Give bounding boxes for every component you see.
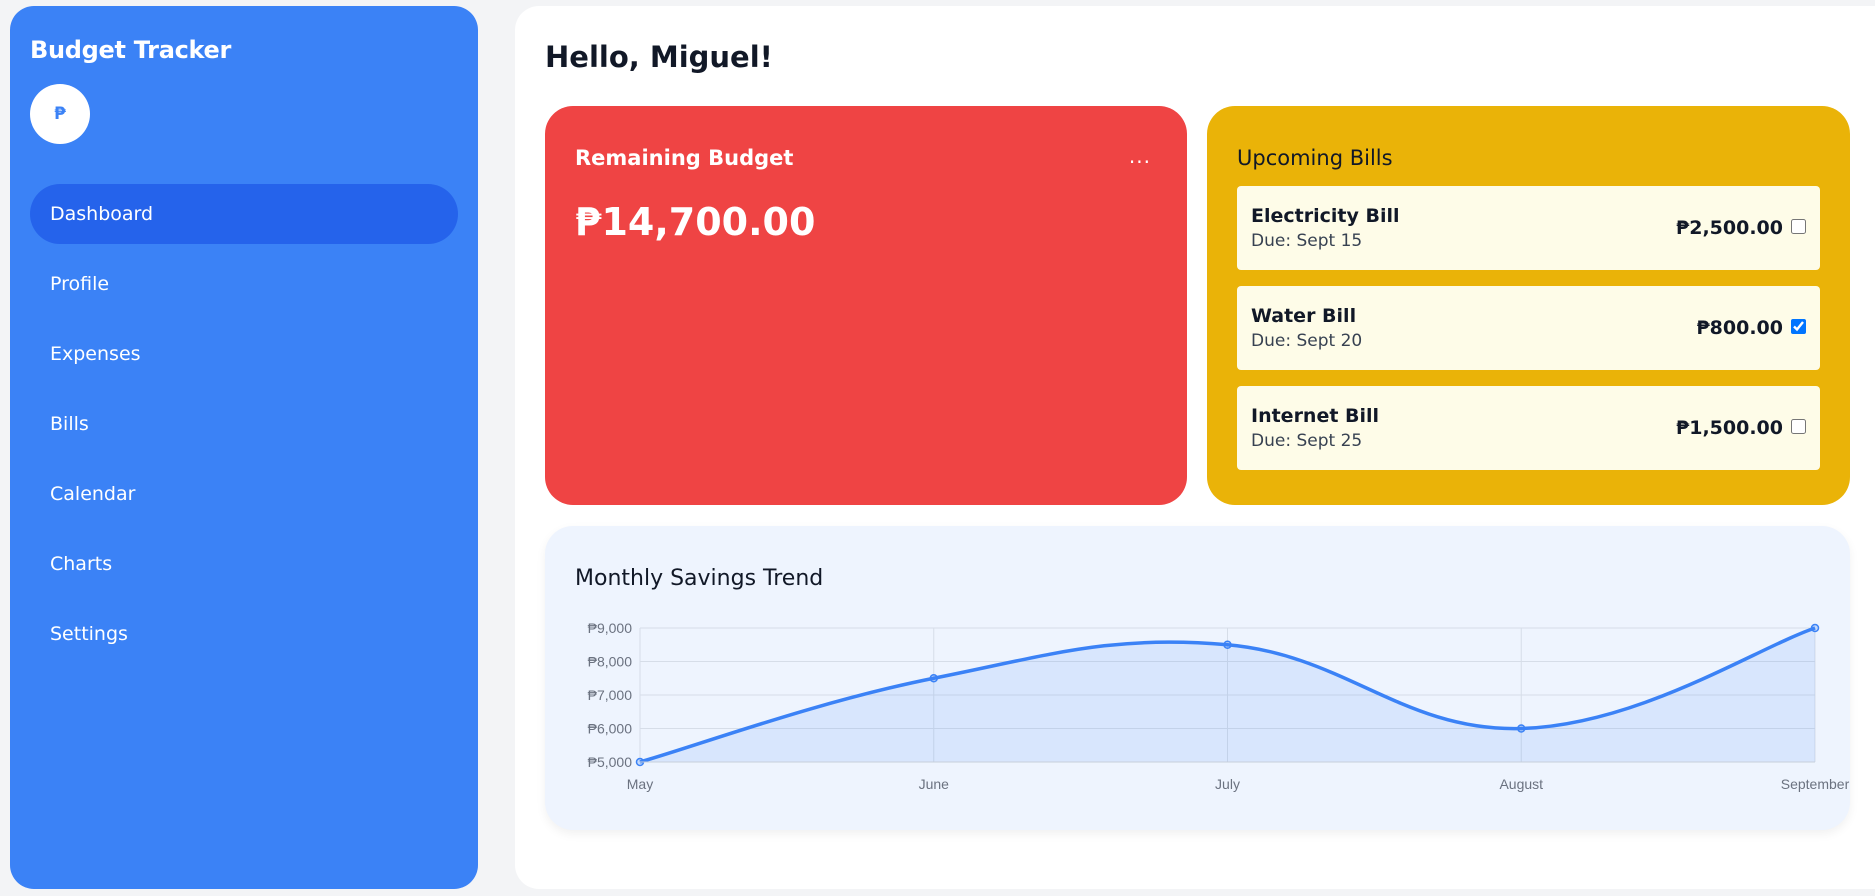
- bill-paid-checkbox[interactable]: [1791, 418, 1806, 434]
- bill-name: Water Bill: [1251, 305, 1357, 327]
- sidebar: Budget Tracker ₱ Dashboard Profile Expen…: [10, 6, 478, 889]
- sidebar-item-profile[interactable]: Profile: [30, 254, 458, 314]
- sidebar-item-label: Calendar: [50, 483, 136, 505]
- sidebar-item-label: Bills: [50, 413, 89, 435]
- y-tick-label: ₱5,000: [588, 754, 633, 770]
- sidebar-item-label: Dashboard: [50, 203, 154, 225]
- logo-symbol: ₱: [54, 104, 66, 124]
- bill-amount: ₱2,500.00: [1676, 217, 1783, 239]
- bill-right: ₱2,500.00: [1676, 217, 1806, 239]
- y-tick-label: ₱6,000: [588, 721, 633, 737]
- data-point: [1517, 724, 1526, 733]
- bill-item: Electricity Bill Due: Sept 15 ₱2,500.00: [1237, 186, 1820, 270]
- x-tick-label: July: [1215, 776, 1240, 792]
- sidebar-item-label: Expenses: [50, 343, 141, 365]
- more-options-icon[interactable]: ...: [1129, 144, 1151, 168]
- bill-item: Internet Bill Due: Sept 25 ₱1,500.00: [1237, 386, 1820, 470]
- sidebar-item-expenses[interactable]: Expenses: [30, 324, 458, 384]
- bill-due-date: Due: Sept 25: [1251, 431, 1363, 451]
- sidebar-item-charts[interactable]: Charts: [30, 534, 458, 594]
- bills-card-title: Upcoming Bills: [1237, 146, 1393, 170]
- savings-chart-card: Monthly Savings Trend ₱5,000 ₱6,000 ₱7,000…: [545, 526, 1850, 830]
- bill-item: Water Bill Due: Sept 20 ₱800.00: [1237, 286, 1820, 370]
- sidebar-nav: Dashboard Profile Expenses Bills Calenda…: [30, 184, 458, 664]
- bill-due-date: Due: Sept 20: [1251, 331, 1363, 351]
- bill-info: Water Bill Due: Sept 20: [1251, 305, 1362, 351]
- greeting: Hello, Miguel!: [545, 40, 773, 74]
- bill-name: Internet Bill: [1251, 405, 1380, 427]
- bill-info: Electricity Bill Due: Sept 15: [1251, 205, 1399, 251]
- data-point: [1223, 640, 1232, 649]
- savings-line-chart: ₱5,000 ₱6,000 ₱7,000 ₱8,000 ₱9,000 May June Jul…: [588, 620, 1850, 792]
- app-title: Budget Tracker: [30, 36, 232, 64]
- y-tick-label: ₱9,000: [588, 620, 633, 636]
- sidebar-item-dashboard[interactable]: Dashboard: [30, 184, 458, 244]
- sidebar-item-calendar[interactable]: Calendar: [30, 464, 458, 524]
- sidebar-item-label: Profile: [50, 273, 110, 295]
- bill-amount: ₱800.00: [1696, 317, 1783, 339]
- upcoming-bills-card: Upcoming Bills Electricity Bill Due: Sep…: [1207, 106, 1850, 505]
- peso-logo-icon[interactable]: ₱: [30, 84, 90, 144]
- bill-amount: ₱1,500.00: [1676, 417, 1783, 439]
- data-point: [929, 674, 938, 683]
- remaining-budget-card: Remaining Budget ... ₱14,700.00: [545, 106, 1187, 505]
- bill-info: Internet Bill Due: Sept 25: [1251, 405, 1379, 451]
- x-tick-label: August: [1499, 776, 1543, 792]
- bill-right: ₱800.00: [1696, 317, 1806, 339]
- budget-card-title: Remaining Budget: [575, 146, 794, 170]
- main-content: Hello, Miguel! Remaining Budget ... ₱14,…: [515, 6, 1875, 889]
- bill-paid-checkbox[interactable]: [1791, 218, 1806, 234]
- y-tick-label: ₱7,000: [588, 687, 633, 703]
- y-tick-label: ₱8,000: [588, 654, 633, 670]
- sidebar-item-bills[interactable]: Bills: [30, 394, 458, 454]
- sidebar-item-label: Settings: [50, 623, 128, 645]
- sidebar-item-settings[interactable]: Settings: [30, 604, 458, 664]
- bill-paid-checkbox[interactable]: [1791, 318, 1806, 334]
- x-tick-label: May: [627, 776, 653, 792]
- data-point: [1810, 623, 1820, 633]
- x-tick-label: September: [1781, 776, 1850, 792]
- bill-due-date: Due: Sept 15: [1251, 231, 1363, 251]
- bill-name: Electricity Bill: [1251, 205, 1400, 227]
- bill-right: ₱1,500.00: [1676, 417, 1806, 439]
- x-tick-label: June: [919, 776, 950, 792]
- budget-amount: ₱14,700.00: [575, 200, 816, 244]
- sidebar-item-label: Charts: [50, 553, 113, 575]
